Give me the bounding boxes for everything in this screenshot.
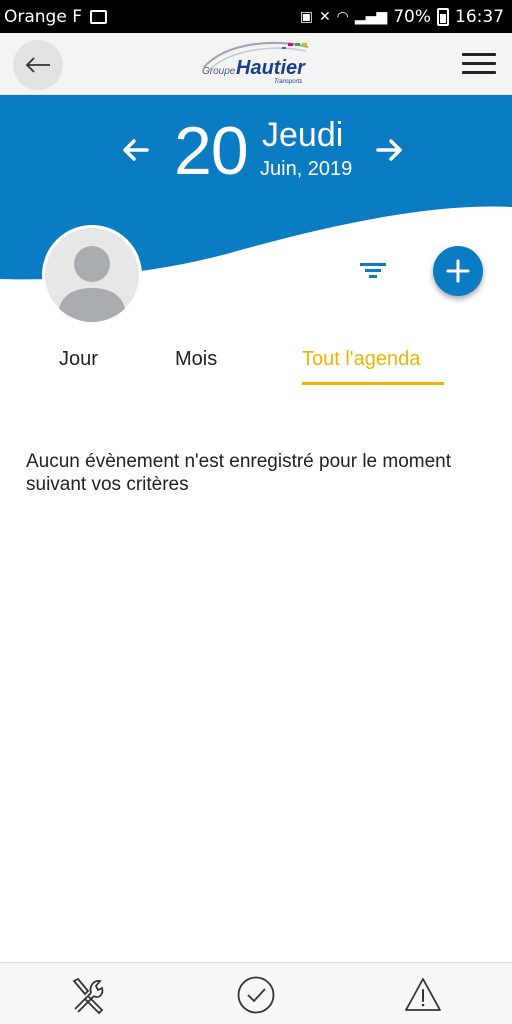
- plus-icon: [446, 259, 470, 283]
- signal-icon: ▂▄▆: [354, 8, 388, 25]
- menu-button[interactable]: [462, 53, 496, 77]
- status-bar: Orange F ▣ ✕ ◠ ▂▄▆ 70% 16:37: [0, 0, 512, 33]
- active-tab-indicator: [302, 382, 444, 385]
- month-year: Juin, 2019: [260, 158, 353, 180]
- arrow-right-icon: [376, 139, 402, 161]
- warning-icon: [405, 978, 441, 1011]
- day-number: 20: [174, 113, 249, 189]
- wifi-icon: ◠: [336, 8, 349, 25]
- arrow-left-icon: [123, 139, 149, 161]
- app-header: Groupe Hautier Transports: [0, 33, 512, 95]
- nav-warning-button[interactable]: [403, 975, 443, 1015]
- check-circle-icon: [237, 976, 275, 1014]
- add-event-button[interactable]: [433, 246, 483, 296]
- hamburger-line: [462, 62, 496, 65]
- bottom-nav: [0, 962, 512, 1024]
- nfc-icon: ▣: [299, 8, 313, 25]
- avatar[interactable]: [42, 225, 142, 325]
- tab-jour[interactable]: Jour: [59, 348, 98, 371]
- arrow-left-icon: [25, 57, 50, 73]
- carrier-name: Orange F: [4, 6, 82, 27]
- svg-text:Transports: Transports: [274, 79, 302, 85]
- gallery-notification-icon: [90, 9, 107, 24]
- tab-tout-agenda[interactable]: Tout l'agenda: [302, 348, 420, 371]
- clock: 16:37: [455, 6, 504, 27]
- svg-text:Hautier: Hautier: [236, 57, 306, 79]
- battery-percent: 70%: [393, 6, 431, 27]
- filter-icon: [360, 263, 386, 278]
- filter-button[interactable]: [355, 256, 391, 286]
- logo: Groupe Hautier Transports: [202, 41, 309, 85]
- hamburger-line: [462, 71, 496, 74]
- user-placeholder-icon: [57, 246, 127, 322]
- tools-icon: [72, 977, 104, 1015]
- previous-day-button[interactable]: [117, 132, 153, 168]
- back-button[interactable]: [13, 40, 63, 90]
- day-name: Jeudi: [262, 116, 344, 154]
- empty-state-message: Aucun évènement n'est enregistré pour le…: [26, 451, 452, 495]
- mute-icon: ✕: [318, 8, 331, 25]
- battery-icon: [437, 7, 449, 26]
- nav-tools-button[interactable]: [69, 975, 109, 1015]
- hamburger-icon: [462, 53, 496, 56]
- nav-check-button[interactable]: [236, 975, 276, 1015]
- svg-text:Groupe: Groupe: [202, 66, 236, 77]
- next-day-button[interactable]: [372, 132, 408, 168]
- tab-mois[interactable]: Mois: [175, 348, 217, 371]
